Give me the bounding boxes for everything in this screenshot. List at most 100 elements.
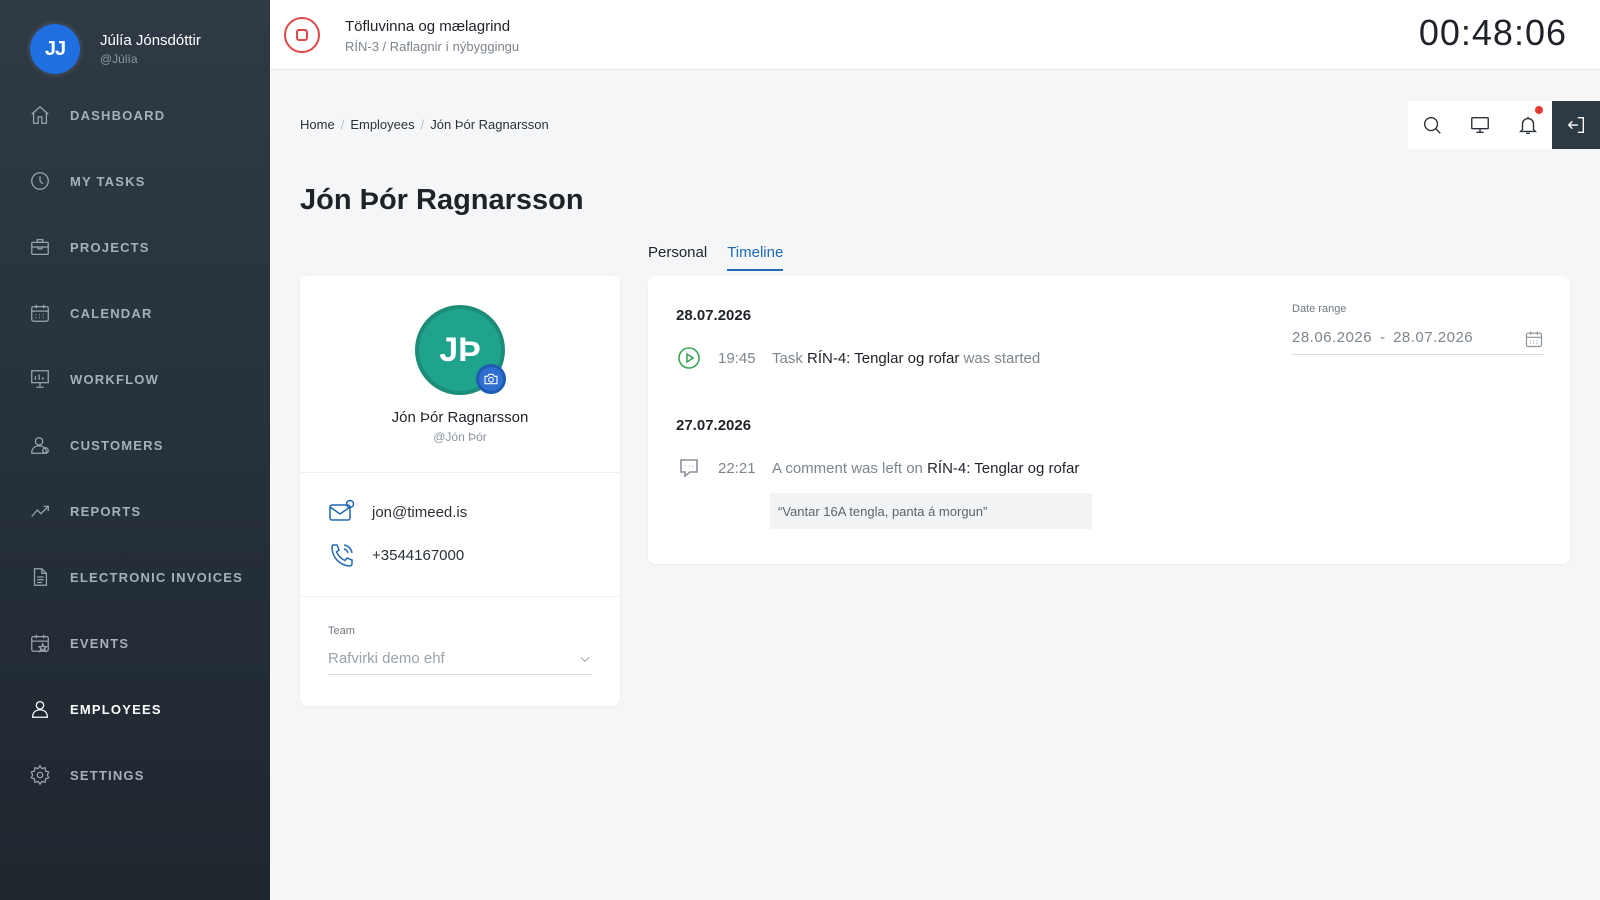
nav-item-workflow[interactable]: WORKFLOW xyxy=(0,346,270,412)
nav-label-calendar: CALENDAR xyxy=(70,305,153,321)
event-task-link[interactable]: RÍN-4: Tenglar og rofar xyxy=(927,460,1079,477)
employees-icon xyxy=(28,697,52,721)
briefcase-icon xyxy=(28,235,52,259)
breadcrumb-home[interactable]: Home xyxy=(300,117,335,132)
calendar-icon xyxy=(28,301,52,325)
nav-item-dashboard[interactable]: DASHBOARD xyxy=(0,82,270,148)
document-icon xyxy=(28,565,52,589)
employee-name: Jón Þór Ragnarsson xyxy=(391,409,529,426)
screen-button[interactable] xyxy=(1456,101,1504,149)
logout-button[interactable] xyxy=(1552,101,1600,149)
event-prefix: Task xyxy=(772,349,803,367)
trend-chart-icon xyxy=(28,499,52,523)
nav-item-my-tasks[interactable]: MY TASKS xyxy=(0,148,270,214)
clock-icon xyxy=(28,169,52,193)
profile-tabs: Personal Timeline xyxy=(648,244,803,271)
search-button[interactable] xyxy=(1408,101,1456,149)
timeline-event: 19:45 Task RÍN-4: Tenglar og rofar was s… xyxy=(676,345,1040,371)
user-profile[interactable]: JJ Júlía Jónsdóttir @Júlía xyxy=(30,24,201,74)
stop-timer-button[interactable] xyxy=(284,17,320,53)
main-nav: DASHBOARD MY TASKS PROJECTS CALENDAR WOR… xyxy=(0,82,270,808)
event-prefix: A comment was left on xyxy=(772,459,923,477)
divider xyxy=(300,596,620,597)
email-icon xyxy=(329,499,355,521)
home-icon xyxy=(28,103,52,127)
date-range-label: Date range xyxy=(1292,303,1347,315)
user-avatar[interactable]: JJ xyxy=(30,24,80,74)
divider xyxy=(300,472,620,473)
nav-label-events: EVENTS xyxy=(70,635,130,651)
camera-icon xyxy=(484,373,498,385)
nav-item-employees[interactable]: EMPLOYEES xyxy=(0,676,270,742)
user-info: Júlía Jónsdóttir @Júlía xyxy=(100,32,201,66)
nav-label-customers: CUSTOMERS xyxy=(70,437,164,453)
comment-icon xyxy=(676,455,702,481)
team-label: Team xyxy=(328,625,355,637)
gear-icon xyxy=(28,763,52,787)
date-from: 28.06.2026 xyxy=(1292,329,1373,346)
timeline-card: 28.07.2026 19:45 Task RÍN-4: Tenglar og … xyxy=(648,276,1570,564)
tab-timeline[interactable]: Timeline xyxy=(727,244,784,271)
top-bar: Töfluvinna og mælagrind RÍN-3 / Raflagni… xyxy=(270,0,1600,70)
nav-label-employees: EMPLOYEES xyxy=(70,701,162,717)
nav-item-settings[interactable]: SETTINGS xyxy=(0,742,270,808)
nav-item-calendar[interactable]: CALENDAR xyxy=(0,280,270,346)
nav-item-events[interactable]: EVENTS xyxy=(0,610,270,676)
nav-label-reports: REPORTS xyxy=(70,503,142,519)
date-to: 28.07.2026 xyxy=(1393,329,1474,346)
calendar-star-icon xyxy=(28,631,52,655)
event-text: A comment was left on RÍN-4: Tenglar og … xyxy=(772,460,1079,477)
employee-phone[interactable]: +3544167000 xyxy=(372,547,464,564)
user-handle: @Júlía xyxy=(100,52,138,66)
comment-quote: “Vantar 16A tengla, panta á morgun” xyxy=(770,493,1092,529)
nav-item-customers[interactable]: CUSTOMERS xyxy=(0,412,270,478)
search-icon xyxy=(1423,116,1441,134)
change-photo-button[interactable] xyxy=(476,364,506,394)
nav-label-electronic-invoices: ELECTRONIC INVOICES xyxy=(70,569,244,585)
chevron-down-icon xyxy=(580,656,590,662)
header-toolbar xyxy=(1408,101,1600,149)
event-suffix: was started xyxy=(963,349,1041,367)
nav-label-workflow: WORKFLOW xyxy=(70,371,160,387)
employee-handle: @Jón Þór xyxy=(433,430,487,444)
breadcrumb-separator: / xyxy=(420,117,425,132)
notification-badge xyxy=(1535,106,1543,114)
date-range-picker[interactable]: 28.06.2026 - 28.07.2026 xyxy=(1292,321,1544,355)
nav-item-reports[interactable]: REPORTS xyxy=(0,478,270,544)
tab-personal[interactable]: Personal xyxy=(648,244,707,271)
timeline-date: 27.07.2026 xyxy=(676,417,752,434)
phone-row[interactable]: +3544167000 xyxy=(328,541,464,569)
timer-display: 00:48:06 xyxy=(1418,12,1567,53)
timeline-date: 28.07.2026 xyxy=(676,307,752,324)
page-title: Jón Þór Ragnarsson xyxy=(300,184,584,216)
date-separator: - xyxy=(1380,329,1386,346)
team-value: Rafvirki demo ehf xyxy=(328,650,445,667)
email-row[interactable]: jon@timeed.is xyxy=(328,498,467,526)
breadcrumb-current: Jón Þór Ragnarsson xyxy=(430,117,549,132)
active-task-title: Töfluvinna og mælagrind xyxy=(345,18,511,35)
event-task-link[interactable]: RÍN-4: Tenglar og rofar xyxy=(807,350,959,367)
logout-icon xyxy=(1567,116,1585,134)
nav-item-electronic-invoices[interactable]: ELECTRONIC INVOICES xyxy=(0,544,270,610)
stop-icon xyxy=(296,29,308,41)
breadcrumb-employees[interactable]: Employees xyxy=(350,117,414,132)
active-task-subtitle: RÍN-3 / Raflagnir í nýbyggingu xyxy=(345,39,520,54)
calendar-icon xyxy=(1525,331,1543,348)
nav-item-projects[interactable]: PROJECTS xyxy=(0,214,270,280)
monitor-icon xyxy=(1471,116,1489,134)
bell-icon xyxy=(1519,116,1537,134)
event-time: 19:45 xyxy=(718,349,756,367)
event-text: Task RÍN-4: Tenglar og rofar was started xyxy=(772,350,1040,367)
user-name: Júlía Jónsdóttir xyxy=(100,32,201,49)
team-select[interactable]: Rafvirki demo ehf xyxy=(328,643,592,675)
play-circle-icon xyxy=(676,345,702,371)
breadcrumb-separator: / xyxy=(340,117,345,132)
employee-email[interactable]: jon@timeed.is xyxy=(372,504,467,521)
phone-icon xyxy=(331,544,353,567)
breadcrumb: Home / Employees / Jón Þór Ragnarsson xyxy=(300,117,549,132)
employee-card: JÞ Jón Þór Ragnarsson @Jón Þór jon@timee… xyxy=(300,276,620,706)
nav-label-projects: PROJECTS xyxy=(70,239,150,255)
notifications-button[interactable] xyxy=(1504,101,1552,149)
event-time: 22:21 xyxy=(718,459,756,477)
timeline-event: 22:21 A comment was left on RÍN-4: Tengl… xyxy=(676,455,1079,481)
